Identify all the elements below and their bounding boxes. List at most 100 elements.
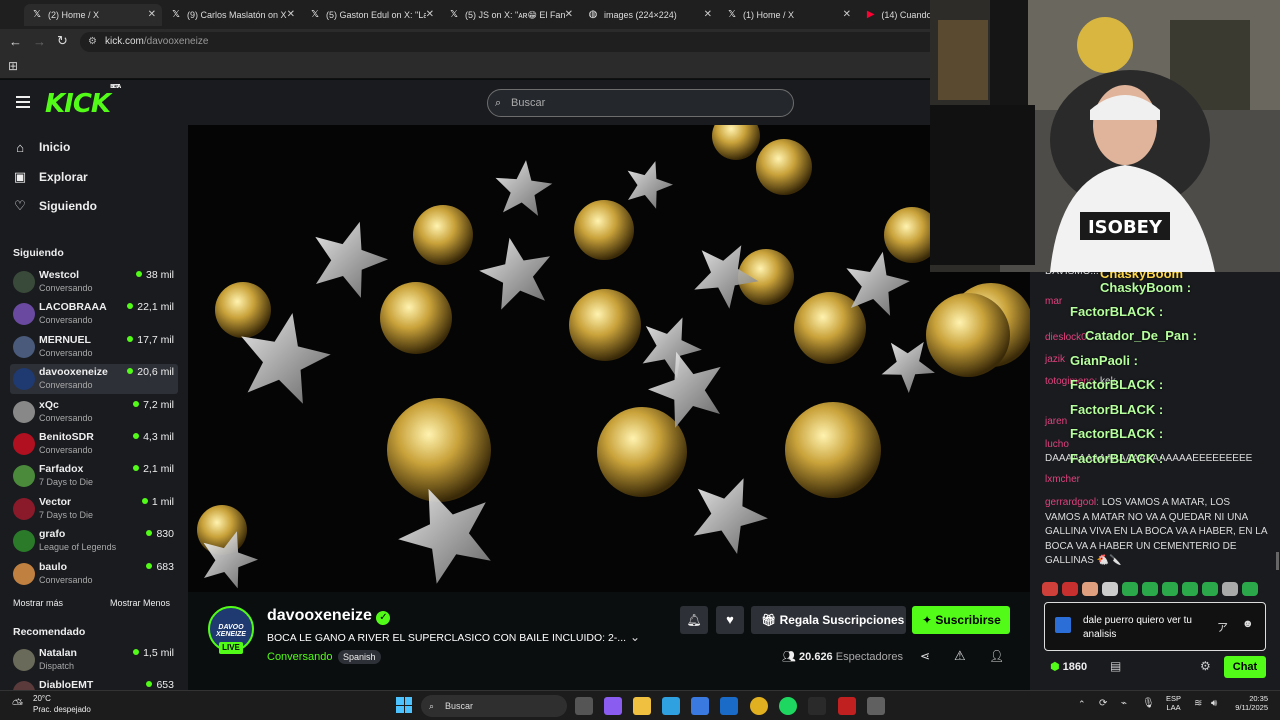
close-icon[interactable]: ✕ — [148, 9, 156, 20]
report-icon[interactable]: ⚠ — [954, 648, 966, 664]
chat-username[interactable]: jaren — [1045, 416, 1067, 427]
close-icon[interactable]: ✕ — [565, 9, 573, 20]
mic-icon[interactable]: 🎙︎ — [1142, 698, 1155, 709]
chat-username[interactable]: gerrardgool: — [1045, 497, 1099, 508]
emote-icon[interactable] — [1142, 582, 1158, 596]
chevron-down-icon[interactable]: ⌄ — [630, 630, 640, 644]
follow-heart-button[interactable]: ♥ — [716, 606, 744, 634]
emoji-icon[interactable]: ☻ — [1242, 618, 1254, 630]
sidebar-channel-benitosdr[interactable]: BenitoSDR Conversando 4,3 mil — [10, 429, 178, 459]
nav-explore[interactable]: ▣ Explorar — [13, 166, 88, 188]
emote-icon[interactable] — [1042, 582, 1058, 596]
chat-username[interactable]: mar — [1045, 296, 1062, 307]
emote-icon[interactable] — [1122, 582, 1138, 596]
sidebar-channel-xqc[interactable]: xQc Conversando 7,2 mil — [10, 397, 178, 427]
gold-ball-shape — [380, 282, 452, 354]
url-field[interactable]: ⚙ kick.com/davooxeneize — [80, 32, 980, 52]
browser-tab[interactable]: 𝕏 (5) Gaston Edul on X: "La ✕ — [302, 4, 440, 26]
browser-tab[interactable]: ◍ images (224×224) ✕ — [580, 4, 718, 26]
sidebar-channel-mernuel[interactable]: MERNUEL Conversando 17,7 mil — [10, 332, 178, 362]
emote-icon[interactable] — [1082, 582, 1098, 596]
kick-logo[interactable]: KICKBETA — [45, 84, 121, 119]
app-icon[interactable] — [808, 697, 826, 715]
news-icon[interactable] — [838, 697, 856, 715]
task-view-icon[interactable] — [575, 697, 593, 715]
share-icon[interactable]: ⋖ — [920, 649, 930, 663]
nav-following[interactable]: ♡ Siguiendo — [13, 195, 97, 217]
emote-icon[interactable] — [1182, 582, 1198, 596]
sidebar-channel-vector[interactable]: Vector 7 Days to Die 1 mil — [10, 494, 178, 524]
outlook-icon[interactable] — [720, 697, 738, 715]
chat-scrollbar[interactable] — [1276, 552, 1279, 570]
reload-icon[interactable]: ↻ — [57, 33, 68, 49]
gear-icon[interactable]: ⚙ — [1200, 659, 1211, 673]
sidebar-channel-natalan[interactable]: Natalan Dispatch 1,5 mil — [10, 645, 178, 675]
translate-icon[interactable]: ア — [1217, 619, 1228, 635]
channel-name[interactable]: davooxeneize ✓ — [267, 607, 391, 625]
close-icon[interactable]: ✕ — [704, 9, 712, 20]
browser-tab[interactable]: 𝕏 (1) Home / X ✕ — [719, 4, 857, 26]
browser-tab[interactable]: 𝕏 (5) JS on X: "ᴀʀ😁 El Fanta ✕ — [441, 4, 579, 26]
video-player[interactable] — [188, 125, 1030, 592]
emote-icon[interactable] — [1202, 582, 1218, 596]
close-icon[interactable]: ✕ — [287, 9, 295, 20]
close-icon[interactable]: ✕ — [843, 9, 851, 20]
emote-icon[interactable] — [1162, 582, 1178, 596]
sync-icon[interactable]: ⟳ — [1099, 698, 1107, 709]
store-icon[interactable] — [691, 697, 709, 715]
emote-icon[interactable] — [1102, 582, 1118, 596]
language-indicator[interactable]: ESP LAA — [1166, 694, 1181, 712]
chat-username[interactable]: lucho — [1045, 439, 1069, 450]
emote-icon[interactable] — [1222, 582, 1238, 596]
browser-tab[interactable]: ▶ (14) Cuando R — [858, 4, 938, 26]
chat-send-button[interactable]: Chat — [1224, 656, 1266, 678]
sidebar-channel-westcol[interactable]: Westcol Conversando 38 mil — [10, 267, 178, 297]
emote-icon[interactable] — [1062, 582, 1078, 596]
gift-subs-button[interactable]: 🎁︎ Regala Suscripciones — [751, 606, 906, 634]
close-icon[interactable]: ✕ — [426, 9, 434, 20]
wifi-icon[interactable]: ≋ — [1194, 698, 1202, 709]
chat-input[interactable]: dale puerro quiero ver tu analisis ア ☻ — [1044, 602, 1266, 651]
show-more-link[interactable]: Mostrar más — [13, 598, 63, 608]
chevron-up-icon[interactable]: ⌃ — [1078, 699, 1086, 710]
forward-icon[interactable]: → — [33, 34, 46, 49]
store-icon[interactable]: ▤ — [1110, 659, 1121, 673]
apps-grid-icon[interactable]: ⊞ — [8, 59, 18, 73]
sidebar-channel-davooxeneize[interactable]: davooxeneize Conversando 20,6 mil — [10, 364, 178, 395]
sidebar-channel-diabloemt[interactable]: DiabloEMT 653 — [10, 677, 178, 690]
browser-tab[interactable]: 𝕏 (9) Carlos Maslatón on X: ✕ — [163, 4, 301, 26]
chrome-icon[interactable] — [750, 697, 768, 715]
sidebar-channel-baulo[interactable]: baulo Conversando 683 — [10, 559, 178, 589]
browser-tab[interactable]: 𝕏 (2) Home / X ✕ — [24, 4, 162, 26]
search-input[interactable]: ⌕ Buscar — [487, 89, 794, 117]
sidebar-channel-farfadox[interactable]: Farfadox 7 Days to Die 2,1 mil — [10, 461, 178, 491]
show-less-link[interactable]: Mostrar Menos — [110, 598, 170, 608]
nav-home[interactable]: ⌂ Inicio — [13, 136, 70, 158]
chat-username[interactable]: dieslock0: — [1045, 332, 1089, 343]
user-action-icon[interactable]: 👤︎ — [989, 649, 1004, 663]
windows-start-icon[interactable] — [396, 697, 412, 713]
settings-app-icon[interactable] — [867, 697, 885, 715]
file-explorer-icon[interactable] — [633, 697, 651, 715]
back-icon[interactable]: ← — [9, 34, 22, 49]
language-tag[interactable]: Spanish — [338, 650, 381, 664]
category-link[interactable]: Conversando — [267, 651, 332, 663]
emote-icon[interactable] — [1242, 582, 1258, 596]
channel-points[interactable]: ⬢ 1860 — [1050, 660, 1087, 673]
spotify-icon[interactable] — [779, 697, 797, 715]
taskbar-search[interactable]: ⌕ Buscar — [421, 695, 567, 717]
bell-icon[interactable]: 🔔︎ — [680, 606, 708, 634]
clock[interactable]: 20:35 9/11/2025 — [1228, 694, 1268, 712]
network-icon[interactable]: ⌁ — [1121, 698, 1127, 709]
copilot-icon[interactable] — [604, 697, 622, 715]
volume-icon[interactable]: 🔊︎ — [1211, 698, 1217, 709]
subscribe-button[interactable]: ✦ Suscribirse — [912, 606, 1010, 634]
chat-username[interactable]: lxmcher — [1045, 474, 1080, 485]
sidebar-channel-grafo[interactable]: grafo League of Legends 830 — [10, 526, 178, 556]
site-info-icon[interactable]: ⚙ — [88, 32, 97, 52]
chat-username[interactable]: jazik — [1045, 354, 1065, 365]
edge-icon[interactable] — [662, 697, 680, 715]
chat-message: lucho — [1045, 439, 1069, 450]
sidebar-channel-lacobraaa[interactable]: LACOBRAAA Conversando 22,1 mil — [10, 299, 178, 329]
menu-icon[interactable] — [16, 96, 30, 108]
